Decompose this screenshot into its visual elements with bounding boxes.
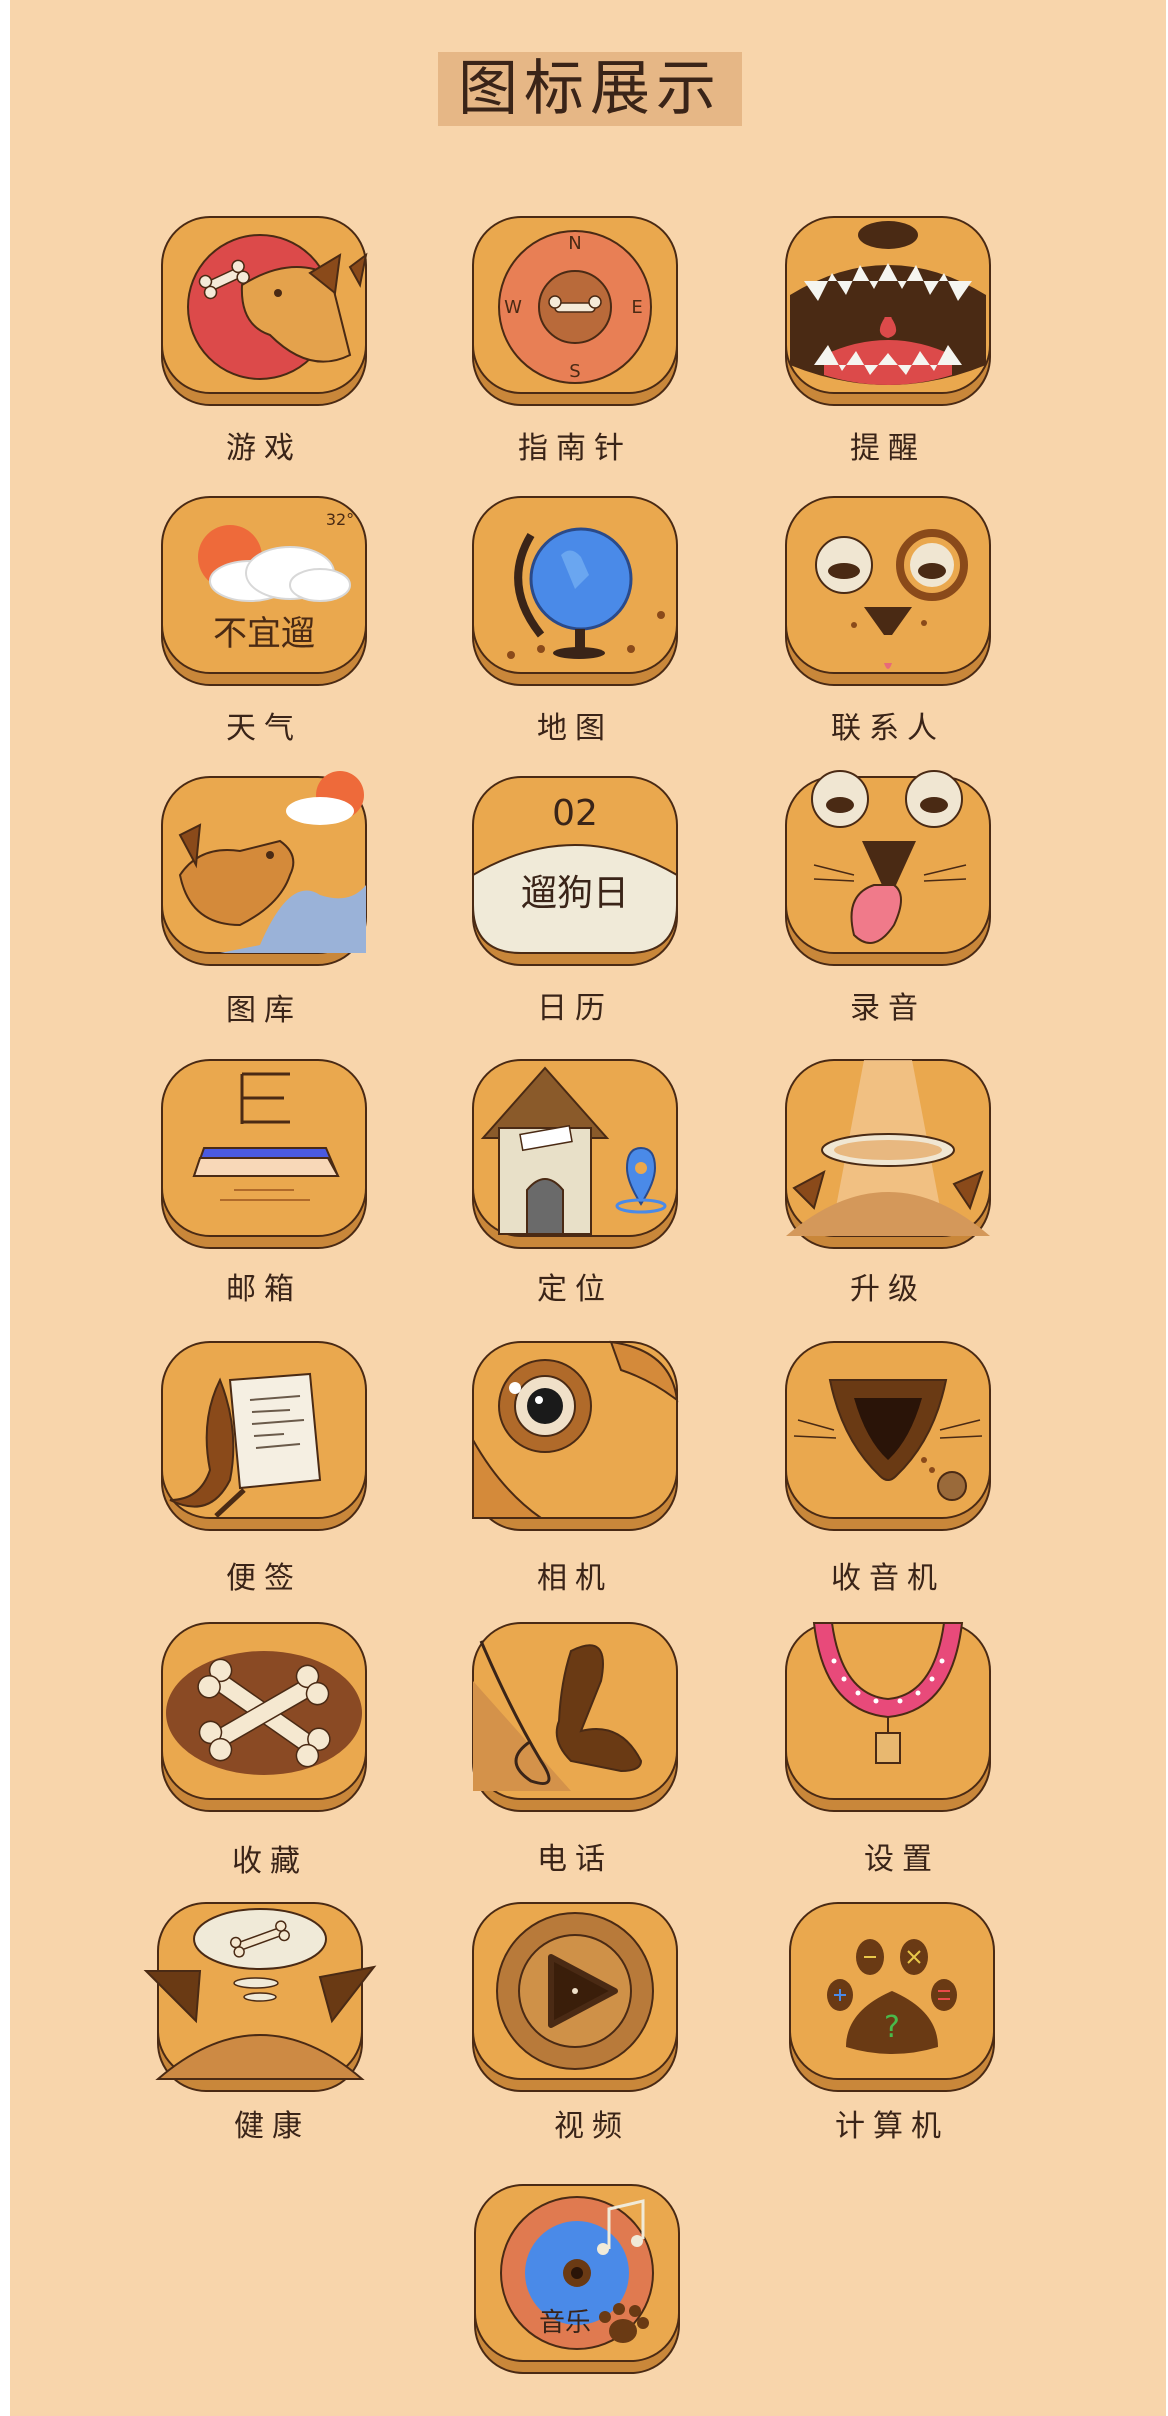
mailbox-icon [161, 1059, 367, 1249]
mail-app-icon[interactable] [160, 1058, 368, 1249]
compass-app-icon[interactable]: N S W E [471, 215, 679, 406]
radio-app-icon[interactable] [784, 1340, 992, 1531]
settings-label: 设置 [864, 1842, 940, 1877]
health-app-icon[interactable] [143, 1901, 377, 2092]
map-app-icon[interactable] [471, 495, 679, 686]
phone-handset-icon [472, 1622, 678, 1812]
phone-label: 电话 [537, 1842, 613, 1877]
globe-icon [472, 496, 678, 686]
svg-text:?: ? [884, 2010, 900, 2045]
music-label: 音乐 [539, 2308, 591, 2338]
notes-label: 便签 [226, 1561, 302, 1596]
svg-text:E: E [631, 297, 642, 318]
location-app-icon[interactable] [471, 1058, 679, 1249]
svg-text:W: W [504, 297, 522, 318]
contacts-app-icon[interactable] [784, 495, 992, 686]
camera-label: 相机 [537, 1561, 613, 1596]
location-label: 定位 [537, 1272, 613, 1307]
camera-lens-icon [472, 1340, 679, 1531]
calendar-label: 日历 [537, 991, 613, 1026]
upgrade-app-icon[interactable] [784, 1058, 992, 1249]
page-title: 图标展示 [458, 54, 722, 124]
radio-label: 收音机 [831, 1561, 945, 1596]
health-label: 健康 [234, 2109, 310, 2144]
weather-app-icon[interactable]: 32° 不宜遛 [160, 495, 368, 686]
map-label: 地图 [537, 711, 613, 746]
game-label: 游戏 [226, 431, 302, 466]
video-app-icon[interactable] [471, 1901, 679, 2092]
weather-label: 天气 [226, 711, 302, 746]
halo-icon [785, 1059, 991, 1249]
contacts-label: 联系人 [831, 711, 945, 746]
phone-app-icon[interactable] [471, 1621, 679, 1812]
music-app-icon[interactable]: 音乐 [473, 2183, 681, 2374]
mail-label: 邮箱 [226, 1272, 302, 1307]
recorder-app-icon[interactable] [784, 770, 992, 966]
calendar-app-icon[interactable]: 02 遛狗日 [471, 775, 679, 966]
calendar-icon: 02 遛狗日 [472, 776, 678, 966]
game-app-icon[interactable] [160, 215, 368, 406]
gallery-app-icon[interactable] [160, 771, 368, 966]
tongue-face-icon [785, 770, 991, 966]
crossed-bones-icon [161, 1622, 367, 1812]
dog-nose-icon [785, 1341, 991, 1531]
camera-app-icon[interactable] [471, 1340, 679, 1531]
compass-icon: N S W E [472, 216, 678, 406]
reminder-label: 提醒 [850, 431, 926, 466]
compass-label: 指南针 [518, 431, 632, 466]
doghouse-pin-icon [472, 1059, 678, 1249]
dog-bone-icon [161, 216, 368, 406]
calculator-label: 计算机 [835, 2109, 949, 2144]
gallery-label: 图库 [226, 993, 302, 1028]
calendar-day: 02 [552, 793, 598, 834]
calculator-app-icon[interactable]: ? [788, 1901, 996, 2092]
notes-app-icon[interactable] [160, 1340, 368, 1531]
calendar-text: 遛狗日 [521, 873, 629, 914]
upgrade-label: 升级 [850, 1272, 926, 1307]
reminder-app-icon[interactable] [784, 215, 992, 406]
dream-bone-icon [143, 1902, 377, 2092]
dog-collar-icon [785, 1622, 991, 1812]
paw-calculator-icon: ? [789, 1902, 995, 2092]
note-paper-icon [161, 1341, 367, 1531]
favorites-app-icon[interactable] [160, 1621, 368, 1812]
weather-text: 不宜遛 [213, 614, 315, 654]
svg-text:S: S [569, 361, 580, 382]
teeth-mouth-icon [785, 216, 991, 406]
play-button-icon [472, 1902, 678, 2092]
svg-text:N: N [568, 233, 581, 254]
weather-temperature: 32° [326, 510, 354, 529]
video-label: 视频 [554, 2109, 630, 2144]
recorder-label: 录音 [850, 991, 926, 1026]
settings-app-icon[interactable] [784, 1621, 992, 1812]
music-disc-icon: 音乐 [474, 2184, 680, 2374]
favorites-label: 收藏 [232, 1844, 308, 1879]
dog-face-icon [785, 496, 991, 686]
sun-cloud-icon: 32° 不宜遛 [161, 496, 367, 686]
dog-landscape-icon [161, 771, 367, 966]
